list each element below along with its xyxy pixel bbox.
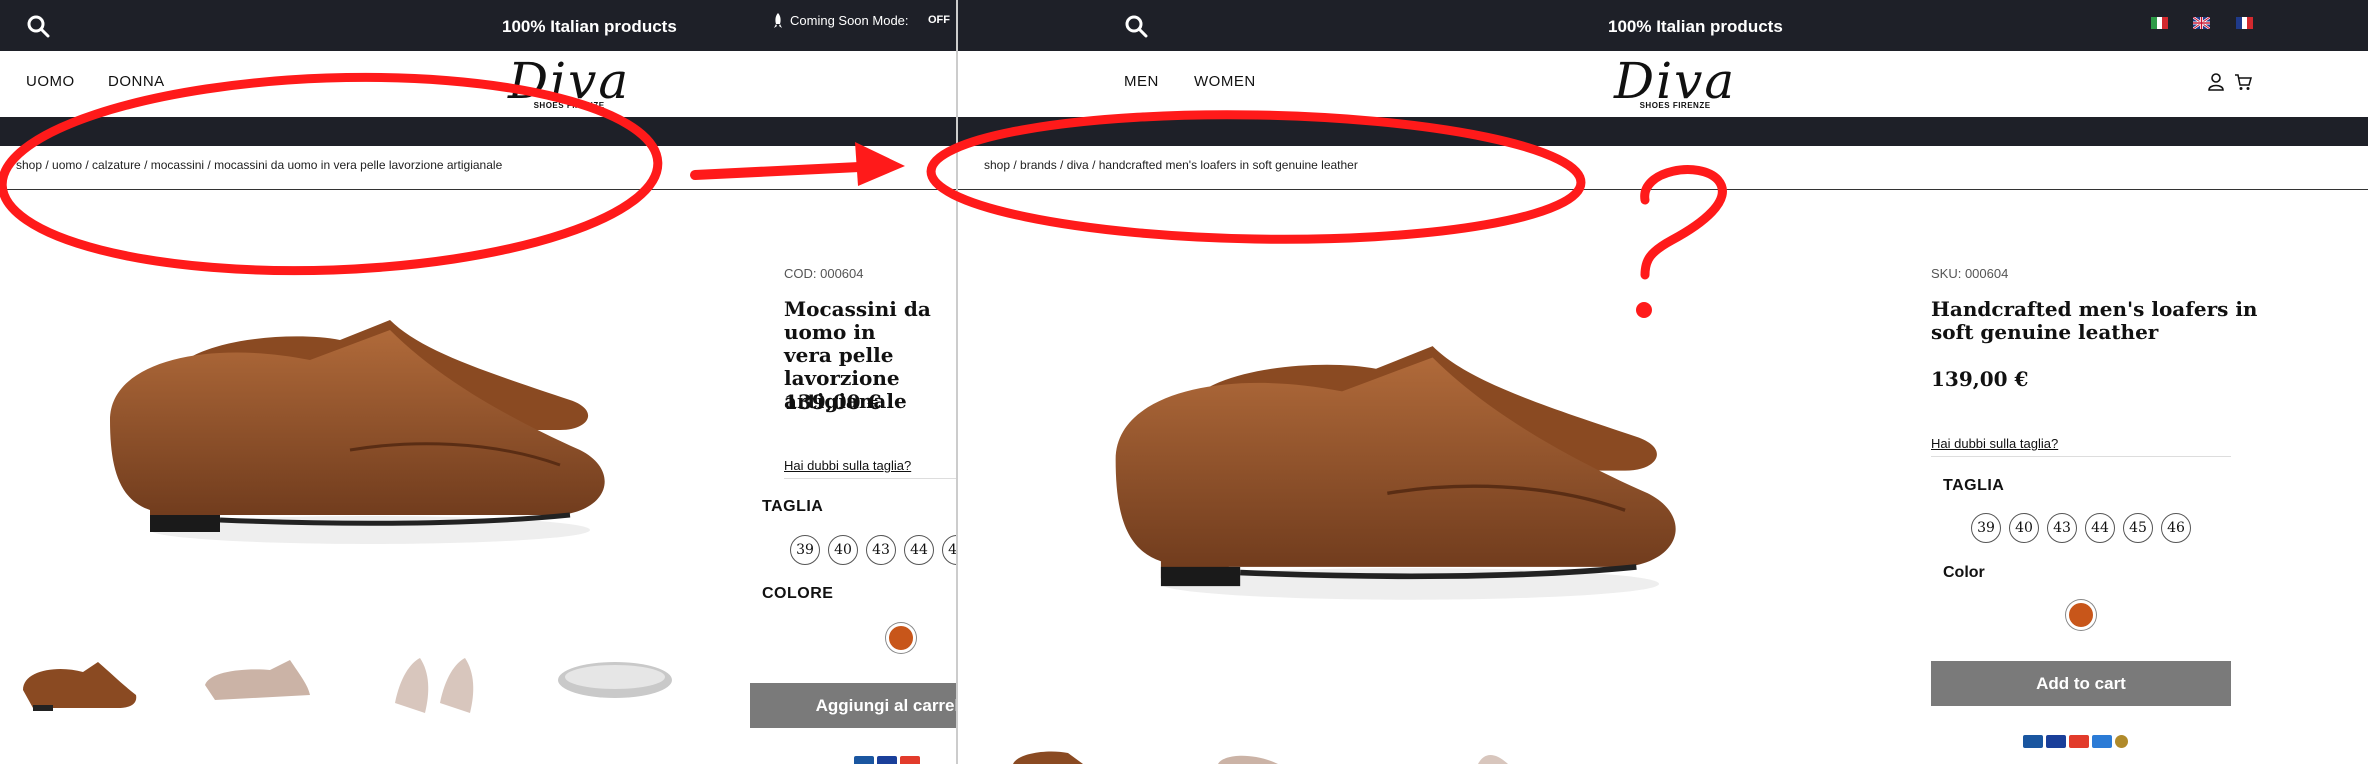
main-nav: MEN WOMEN Diva SHOES FIRENZE [958,51,2368,117]
product-title-line: Handcrafted men's loafers in [1931,297,2258,321]
payment-icons [854,756,920,764]
size-option[interactable]: 39 [1971,513,2001,543]
color-label: COLORE [762,585,834,602]
nav-item-women[interactable]: WOMEN [1194,73,1256,90]
product-title-line: Mocassini da uomo in [784,297,931,344]
product-price: 139,00 € [784,390,882,414]
main-nav: UOMO DONNA Diva SHOES FIRENZE [0,51,956,117]
mastercard-icon [2069,735,2089,748]
thumbnail-3[interactable] [385,648,485,720]
coming-soon-label: Coming Soon Mode: [790,13,909,28]
comparison-screenshot: 100% Italian products Coming Soon Mode: … [0,0,2368,764]
nav-divider-strip [0,117,956,146]
thumbnail-2[interactable] [200,650,315,710]
uk-flag-icon[interactable] [2193,17,2210,29]
user-icon[interactable] [2208,73,2224,91]
nav-item-uomo[interactable]: UOMO [26,73,75,90]
size-option[interactable]: 46 [2161,513,2191,543]
logo-script: Diva [508,52,631,110]
size-options: 39 40 43 44 45 46 [1971,513,2191,543]
thumbnail-3[interactable] [1473,748,1513,764]
cart-icon[interactable] [2234,73,2252,91]
rocket-icon [774,13,782,28]
badge-icon [2115,735,2128,748]
divider [784,478,956,479]
paypal-icon [2023,735,2043,748]
diva-logo[interactable]: Diva SHOES FIRENZE [508,52,631,110]
top-bar: 100% Italian products Coming Soon Mode: … [0,0,956,51]
top-bar: 100% Italian products [958,0,2368,51]
paypal-icon [854,756,874,764]
visa-icon [877,756,897,764]
size-option[interactable]: 43 [2047,513,2077,543]
size-option[interactable]: 39 [790,535,820,565]
product-code: COD: 000604 [784,266,864,281]
coming-soon-toggle[interactable]: OFF [928,14,950,26]
size-help-link[interactable]: Hai dubbi sulla taglia? [784,458,911,473]
size-options: 39 40 43 44 45 [790,535,956,565]
logo-script: Diva [1614,52,1737,110]
thumbnail-4[interactable] [555,655,675,705]
payment-icons [2023,735,2128,748]
tagline: 100% Italian products [502,17,677,36]
search-icon[interactable] [26,14,50,38]
product-title: Handcrafted men's loafers in soft genuin… [1931,298,2257,344]
product-main-image[interactable] [90,300,620,550]
color-swatch-brown[interactable] [2066,600,2096,630]
visa-icon [2046,735,2066,748]
italian-flag-icon[interactable] [2151,17,2169,29]
size-option[interactable]: 44 [2085,513,2115,543]
amex-icon [2092,735,2112,748]
nav-divider-strip [958,117,2368,146]
size-option[interactable]: 43 [866,535,896,565]
size-label: TAGLIA [762,498,824,515]
nav-item-men[interactable]: MEN [1124,73,1159,90]
tagline: 100% Italian products [1608,17,1783,36]
italian-page-panel: 100% Italian products Coming Soon Mode: … [0,0,956,764]
product-main-image[interactable] [1093,315,1693,615]
breadcrumb[interactable]: shop / uomo / calzature / mocassini / mo… [0,146,956,190]
mastercard-icon [900,756,920,764]
add-to-cart-button[interactable]: Aggiungi al carrello [750,683,956,728]
divider [1931,456,2231,457]
size-option[interactable]: 45 [2123,513,2153,543]
color-swatch-brown[interactable] [886,623,916,653]
thumbnail-2[interactable] [1213,748,1283,764]
product-price: 139,00 € [1931,367,2029,391]
size-option[interactable]: 40 [828,535,858,565]
thumbnail-1[interactable] [1008,745,1088,764]
color-label: Color [1943,564,1985,581]
add-to-cart-button[interactable]: Add to cart [1931,661,2231,706]
size-option[interactable]: 45 [942,535,956,565]
size-option[interactable]: 40 [2009,513,2039,543]
nav-item-donna[interactable]: DONNA [108,73,165,90]
english-page-panel: 100% Italian products MEN WOMEN Diva SHO… [956,0,2368,764]
diva-logo[interactable]: Diva SHOES FIRENZE [1614,52,1737,110]
size-option[interactable]: 44 [904,535,934,565]
product-title-line: soft genuine leather [1931,320,2159,344]
product-sku: SKU: 000604 [1931,266,2009,281]
french-flag-icon[interactable] [2236,17,2254,29]
thumbnail-1[interactable] [18,650,140,715]
product-title-line: vera pelle lavorzione [784,343,900,390]
search-icon[interactable] [1124,14,1148,38]
size-help-link[interactable]: Hai dubbi sulla taglia? [1931,436,2058,451]
size-label: TAGLIA [1943,477,2005,494]
breadcrumb[interactable]: shop / brands / diva / handcrafted men's… [958,146,2368,190]
